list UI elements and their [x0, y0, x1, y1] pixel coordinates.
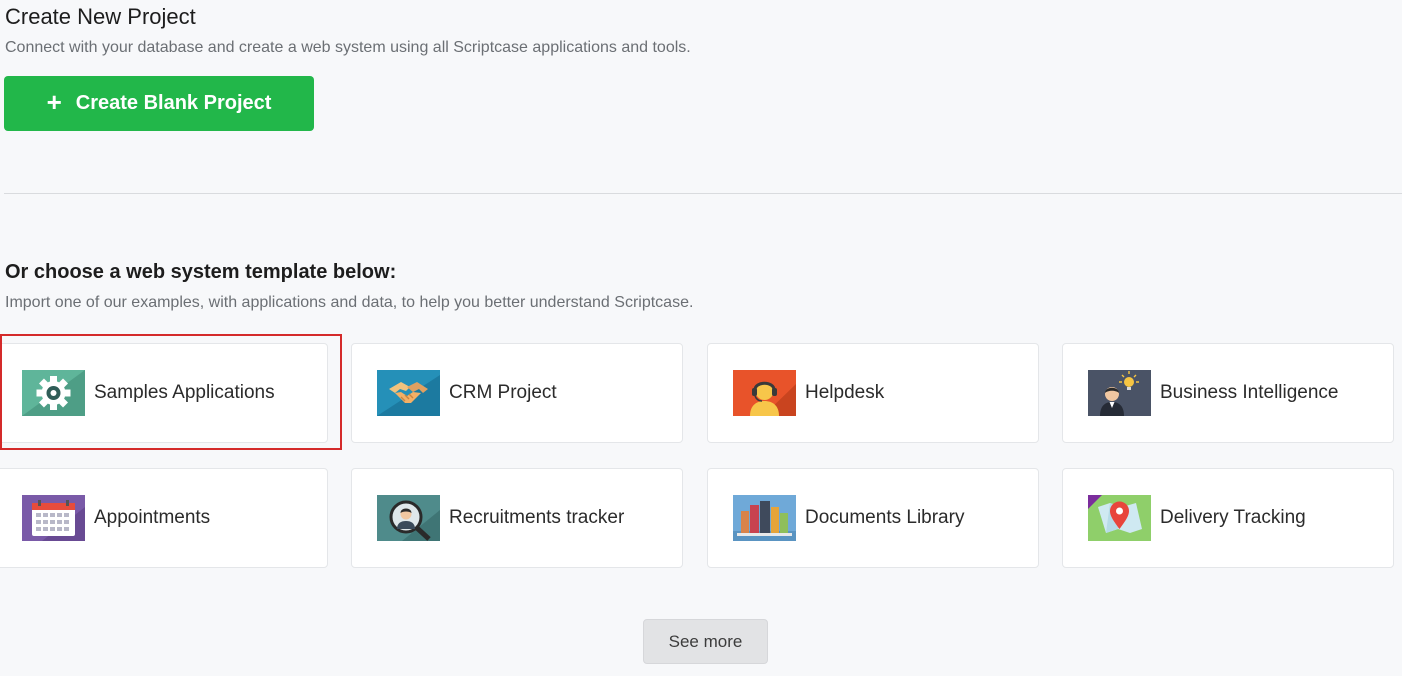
calendar-icon — [22, 495, 85, 541]
section-divider — [4, 193, 1402, 194]
template-card-documents-library[interactable]: Documents Library — [707, 468, 1039, 568]
plus-icon: + — [46, 87, 62, 117]
support-agent-icon — [733, 370, 796, 416]
see-more-button[interactable]: See more — [643, 619, 768, 664]
template-label: Samples Applications — [94, 382, 275, 403]
templates-subtitle: Import one of our examples, with applica… — [5, 294, 694, 311]
idea-person-icon — [1088, 370, 1151, 416]
template-card-recruitments-tracker[interactable]: Recruitments tracker — [351, 468, 683, 568]
template-card-business-intelligence[interactable]: Business Intelligence — [1062, 343, 1394, 443]
template-card-appointments[interactable]: Appointments — [0, 468, 328, 568]
gear-icon — [22, 370, 85, 416]
template-label: Appointments — [94, 507, 211, 528]
template-label: Delivery Tracking — [1160, 507, 1306, 528]
template-label: Recruitments tracker — [449, 507, 625, 528]
template-card-samples-applications[interactable]: Samples Applications — [0, 343, 328, 443]
template-card-delivery-tracking[interactable]: Delivery Tracking — [1062, 468, 1394, 568]
template-card-helpdesk[interactable]: Helpdesk — [707, 343, 1039, 443]
magnifier-person-icon — [377, 495, 440, 541]
template-label: CRM Project — [449, 382, 557, 403]
create-blank-project-label: Create Blank Project — [75, 92, 272, 114]
create-blank-project-button[interactable]: + Create Blank Project — [4, 76, 314, 131]
template-label: Helpdesk — [805, 382, 885, 403]
template-label: Business Intelligence — [1160, 382, 1339, 403]
templates-title: Or choose a web system template below: — [5, 261, 397, 283]
template-label: Documents Library — [805, 507, 965, 528]
map-pin-icon — [1088, 495, 1151, 541]
create-project-subtitle: Connect with your database and create a … — [5, 39, 691, 56]
handshake-icon — [377, 370, 440, 416]
create-project-title: Create New Project — [5, 4, 196, 29]
template-card-crm-project[interactable]: CRM Project — [351, 343, 683, 443]
books-icon — [733, 495, 796, 541]
